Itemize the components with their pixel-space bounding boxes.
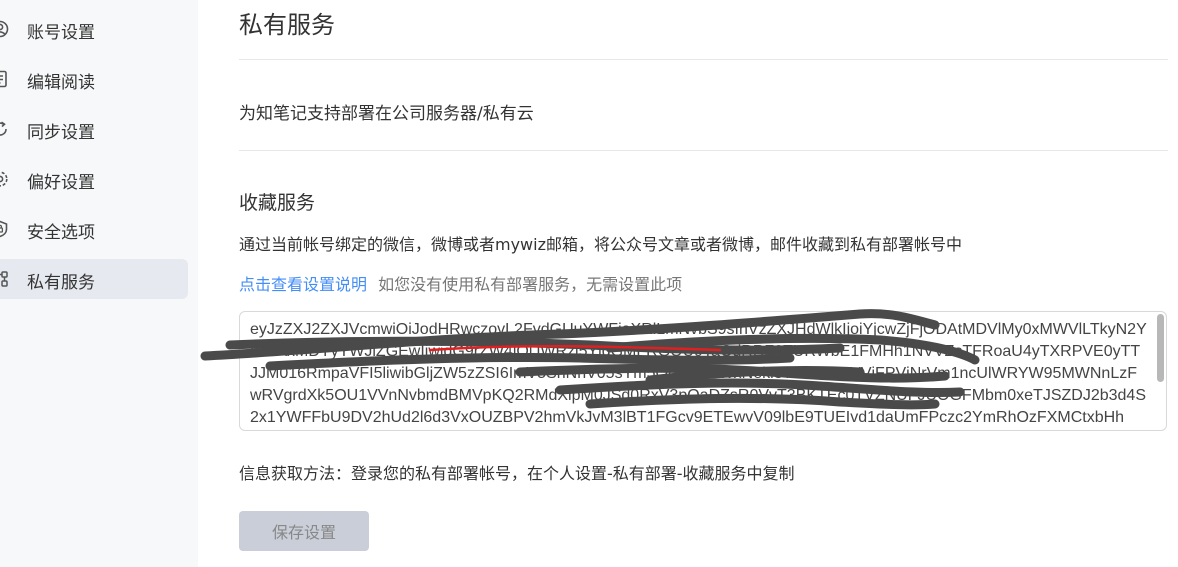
sidebar-item-edit-read[interactable]: 编辑阅读	[0, 59, 188, 99]
help-note: 如您没有使用私有部署服务，无需设置此项	[378, 275, 683, 294]
sidebar-item-label: 安全选项	[27, 223, 95, 243]
network-icon	[0, 270, 9, 288]
sidebar-item-security[interactable]: 安全选项	[0, 209, 188, 249]
page-description: 为知笔记支持部署在公司服务器/私有云	[239, 104, 534, 124]
gear-icon	[0, 170, 9, 188]
sidebar-item-sync[interactable]: 同步设置	[0, 109, 188, 149]
sidebar-item-account[interactable]: 账号设置	[0, 9, 188, 49]
user-circle-icon	[0, 20, 9, 38]
shield-icon	[0, 220, 9, 238]
token-value: eyJzZXJ2ZXJVcmwiOiJodHRwczovL2FvdGUuYWFi…	[250, 321, 1147, 426]
sidebar-item-label: 偏好设置	[27, 173, 95, 193]
sidebar-item-label: 账号设置	[27, 23, 95, 43]
divider	[239, 59, 1168, 60]
save-settings-button[interactable]: 保存设置	[239, 511, 369, 551]
token-textarea[interactable]: eyJzZXJ2ZXJVcmwiOiJodHRwczovL2FvdGUuYWFi…	[239, 311, 1167, 431]
settings-sidebar: 账号设置 编辑阅读 同步设置 偏好设置 安全选项 私有服务	[0, 0, 198, 567]
view-setup-guide-link[interactable]: 点击查看设置说明	[239, 275, 367, 294]
document-icon	[0, 70, 9, 88]
help-row: 点击查看设置说明 如您没有使用私有部署服务，无需设置此项	[239, 271, 682, 295]
divider	[239, 150, 1168, 151]
sidebar-item-label: 私有服务	[27, 273, 95, 293]
info-retrieval-hint: 信息获取方法：登录您的私有部署帐号，在个人设置-私有部署-收藏服务中复制	[239, 464, 795, 483]
page-title: 私有服务	[239, 11, 335, 39]
sidebar-item-preferences[interactable]: 偏好设置	[0, 159, 188, 199]
section-description: 通过当前帐号绑定的微信，微博或者mywiz邮箱，将公众号文章或者微博，邮件收藏到…	[239, 235, 962, 254]
sidebar-item-private-service[interactable]: 私有服务	[0, 259, 188, 299]
sidebar-item-label: 同步设置	[27, 123, 95, 143]
scrollbar[interactable]	[1157, 314, 1164, 382]
sync-icon	[0, 120, 9, 138]
main-content: 私有服务 为知笔记支持部署在公司服务器/私有云 收藏服务 通过当前帐号绑定的微信…	[239, 0, 1168, 567]
sidebar-item-label: 编辑阅读	[27, 73, 95, 93]
section-title: 收藏服务	[239, 192, 316, 214]
